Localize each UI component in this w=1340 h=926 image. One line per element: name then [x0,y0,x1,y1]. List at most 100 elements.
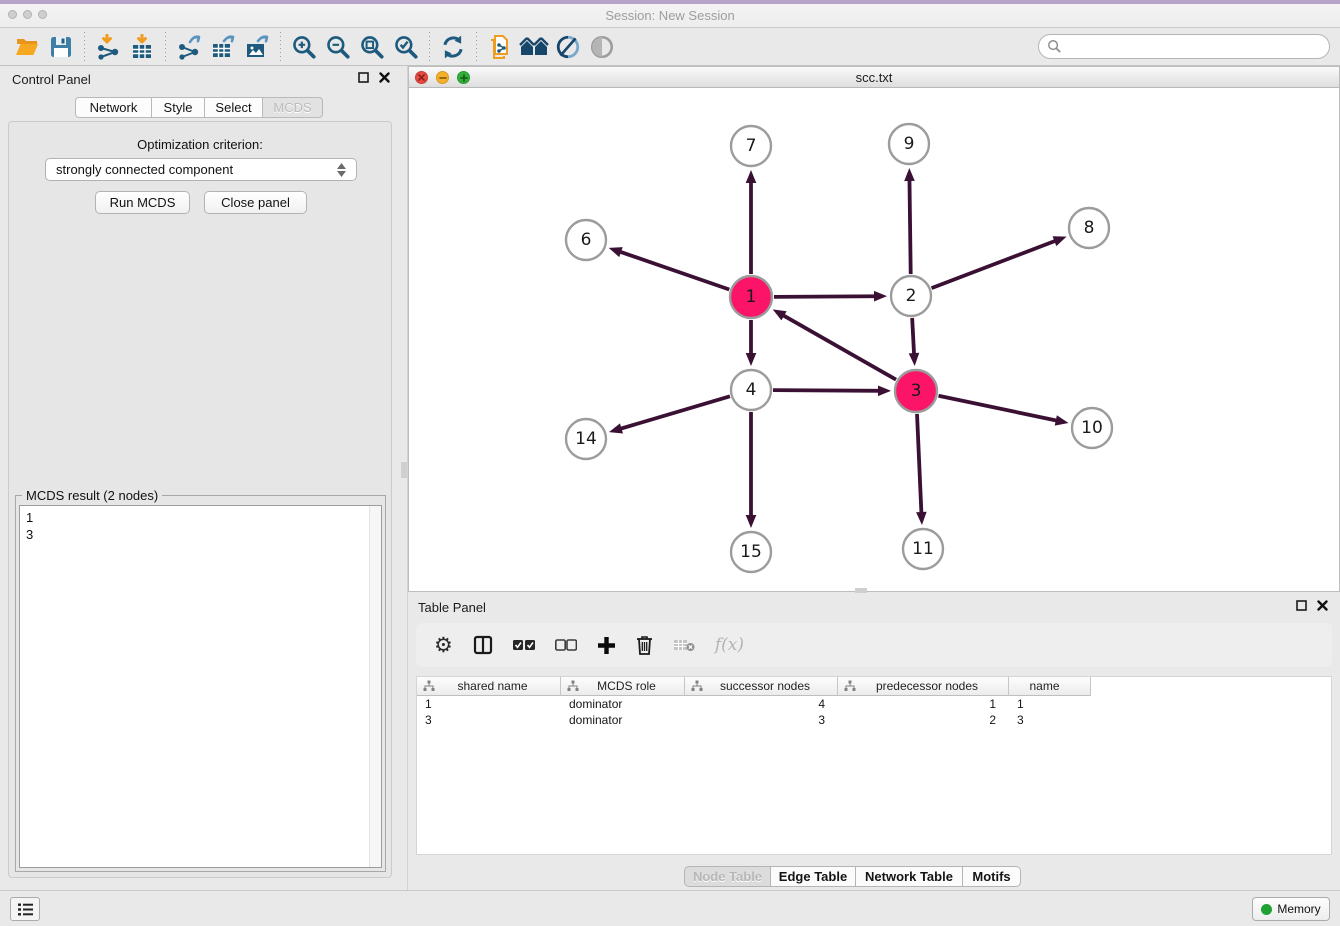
visibility-icon[interactable] [585,32,619,62]
edge-arrowhead [909,353,920,366]
table-cell[interactable]: dominator [561,712,685,728]
node-label: 8 [1084,218,1095,238]
optimization-criterion-label: Optimization criterion: [9,137,391,152]
tab-edge-table[interactable]: Edge Table [771,866,856,887]
unselect-all-icon[interactable] [555,639,577,651]
column-label: name [1009,679,1090,693]
result-scrollbar[interactable] [369,506,381,867]
graph-edge-4-14[interactable] [619,396,730,429]
control-panel-tabs: NetworkStyleSelectMCDS [75,97,323,118]
edge-arrowhead [746,353,757,366]
mcds-result-textarea[interactable]: 13 [19,505,382,868]
mcds-result-group: MCDS result (2 nodes) 13 [15,495,386,872]
table-cell[interactable]: 2 [838,712,1009,728]
table-cell[interactable]: 4 [685,696,838,712]
graph-edge-3-11[interactable] [917,414,921,515]
run-mcds-button[interactable]: Run MCDS [95,191,190,214]
memory-label: Memory [1277,902,1320,916]
column-header-predecessor-nodes[interactable]: predecessor nodes [838,677,1009,696]
close-panel-icon[interactable] [1317,600,1328,611]
edge-arrowhead [1055,415,1069,425]
network-graph-canvas[interactable]: 7968124314101511 [409,88,1339,591]
edge-arrowhead [916,512,927,525]
save-session-icon[interactable] [44,32,78,62]
edge-arrowhead [874,291,887,302]
duplicate-network-icon[interactable] [483,32,517,62]
table-cell[interactable]: 3 [1009,712,1091,728]
optimization-criterion-select[interactable]: strongly connected component [45,158,357,181]
close-panel-icon[interactable] [379,72,390,83]
refresh-icon[interactable] [436,32,470,62]
tab-select[interactable]: Select [205,97,263,118]
tab-mcds[interactable]: MCDS [263,97,323,118]
tab-node-table[interactable]: Node Table [684,866,771,887]
tab-network-table[interactable]: Network Table [856,866,963,887]
delete-icon[interactable] [636,635,653,655]
graph-edge-1-6[interactable] [618,251,729,289]
style-toggle-icon[interactable] [551,32,585,62]
toolbar-separator [429,32,430,62]
search-input[interactable] [1067,40,1321,54]
vertical-splitter[interactable] [400,66,408,890]
tab-motifs[interactable]: Motifs [963,866,1021,887]
edge-arrowhead [878,385,891,396]
table-row[interactable]: 1dominator411 [417,696,1331,712]
search-box[interactable] [1038,34,1330,59]
chevron-up-down-icon [337,163,346,177]
gear-icon[interactable]: ⚙ [434,634,453,656]
export-network-icon[interactable] [172,32,206,62]
column-label: shared name [435,679,560,693]
float-panel-icon[interactable] [1296,600,1307,611]
export-image-icon[interactable] [240,32,274,62]
delete-column-icon[interactable] [673,638,695,652]
graph-edge-4-3[interactable] [773,390,881,391]
column-header-name[interactable]: name [1009,677,1091,696]
function-icon[interactable]: f(x) [715,635,744,655]
graph-edge-2-3[interactable] [912,318,914,356]
column-header-successor-nodes[interactable]: successor nodes [685,677,838,696]
graph-edge-3-1[interactable] [781,314,896,379]
table-toolbar: ⚙ f(x) [416,623,1332,667]
table-cell[interactable]: 3 [417,712,561,728]
node-table[interactable]: shared nameMCDS role successor nodesprede… [416,676,1332,855]
node-label: 11 [912,539,934,559]
zoom-fit-icon[interactable] [355,32,389,62]
tab-style[interactable]: Style [152,97,205,118]
graph-edge-2-8[interactable] [932,240,1058,288]
edge-arrowhead [1053,236,1067,246]
home-icon[interactable] [517,32,551,62]
splitter-handle[interactable] [401,462,407,478]
open-session-icon[interactable] [10,32,44,62]
graph-edge-1-2[interactable] [774,296,877,297]
column-header-shared-name[interactable]: shared name [417,677,561,696]
graph-edge-2-9[interactable] [909,178,910,274]
columns-icon[interactable] [473,635,493,655]
table-row[interactable]: 3dominator323 [417,712,1331,728]
table-cell[interactable]: 1 [417,696,561,712]
close-panel-button[interactable]: Close panel [204,191,307,214]
table-cell[interactable]: 1 [1009,696,1091,712]
table-cell[interactable]: 3 [685,712,838,728]
toolbar-separator [84,32,85,62]
node-label: 6 [581,230,592,250]
graph-edge-3-10[interactable] [939,396,1059,421]
memory-button[interactable]: Memory [1252,897,1330,921]
export-table-icon[interactable] [206,32,240,62]
import-network-icon[interactable] [91,32,125,62]
horizontal-splitter-handle[interactable] [855,588,867,593]
tab-network[interactable]: Network [75,97,152,118]
zoom-out-icon[interactable] [321,32,355,62]
column-label: successor nodes [703,679,837,693]
table-cell[interactable]: dominator [561,696,685,712]
network-window-titlebar[interactable]: scc.txt [409,67,1339,88]
table-cell[interactable]: 1 [838,696,1009,712]
add-icon[interactable] [597,636,616,655]
select-all-icon[interactable] [513,639,535,651]
column-header-MCDS-role[interactable]: MCDS role [561,677,685,696]
zoom-in-icon[interactable] [287,32,321,62]
float-panel-icon[interactable] [358,72,369,83]
task-history-button[interactable] [10,897,40,921]
import-table-icon[interactable] [125,32,159,62]
zoom-selected-icon[interactable] [389,32,423,62]
control-panel-title: Control Panel [12,72,91,87]
